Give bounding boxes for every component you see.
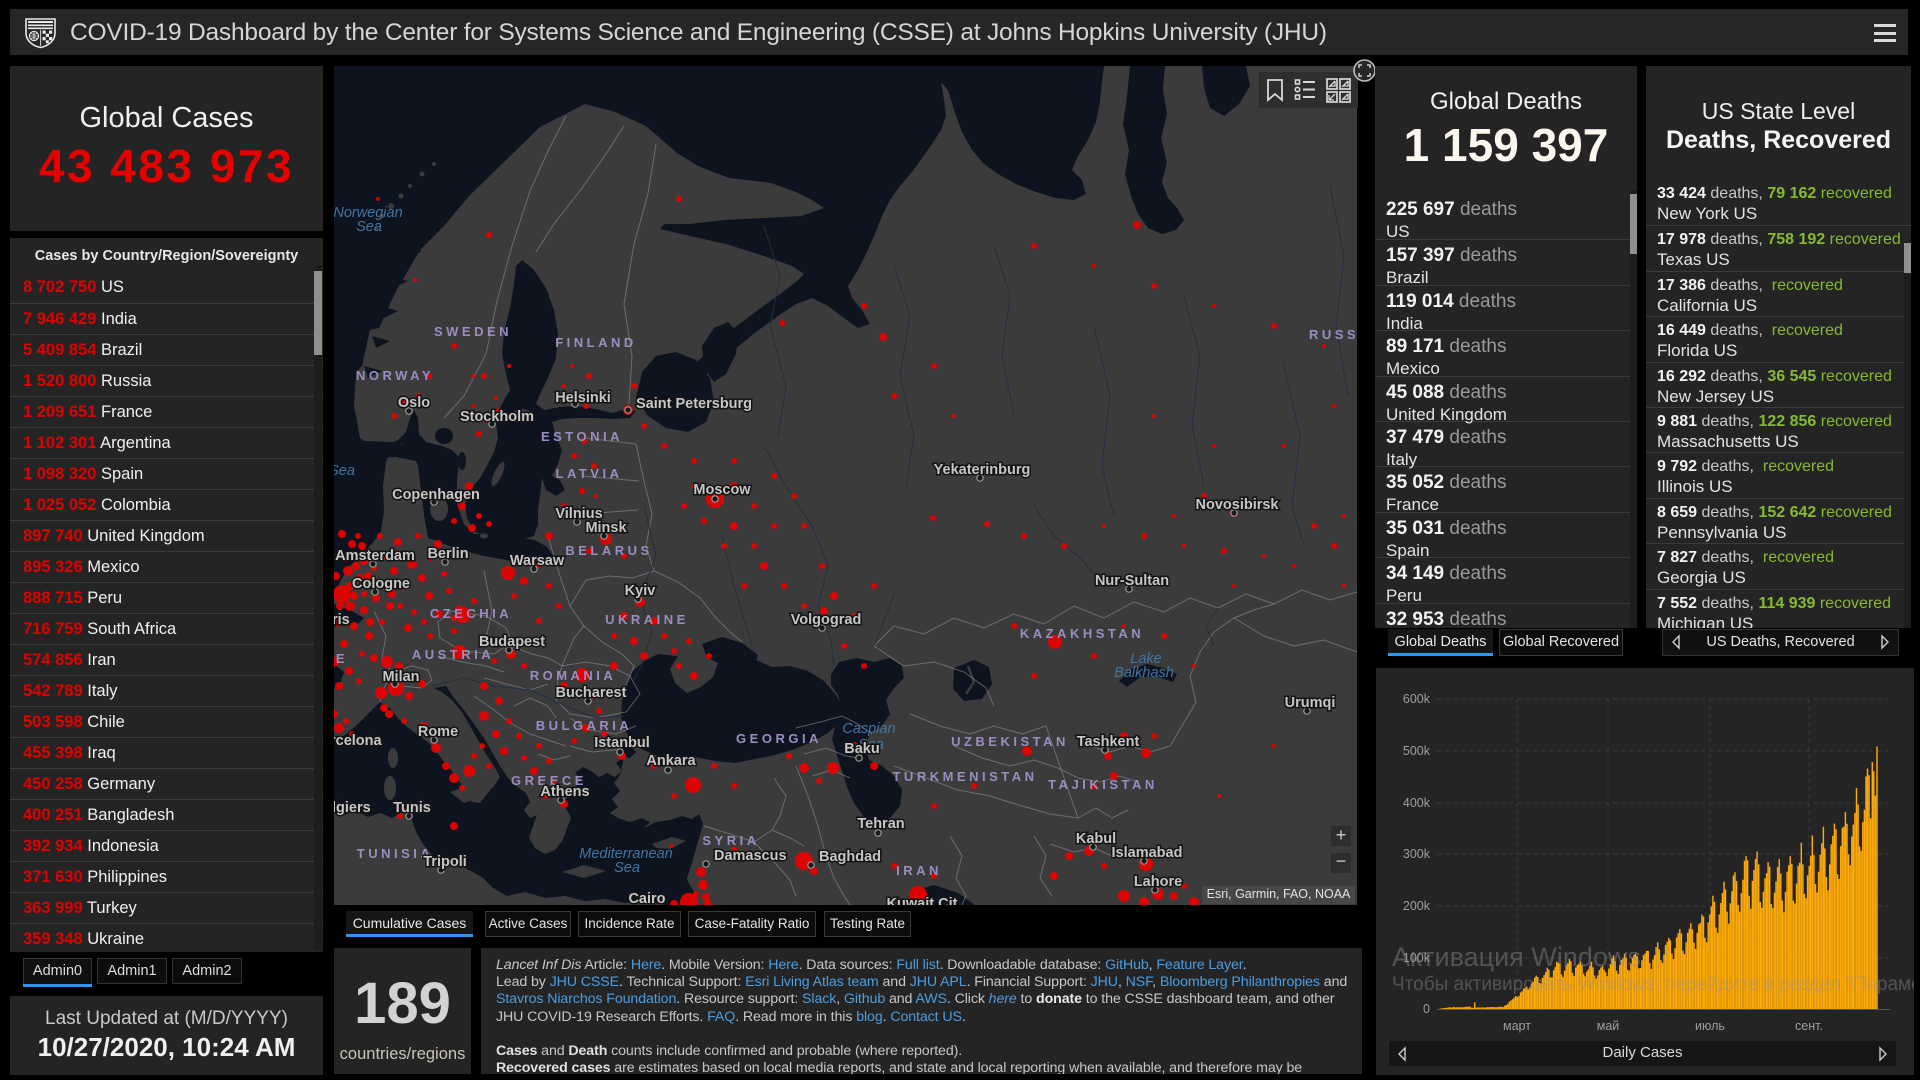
svg-text:lgiers: lgiers [334,800,371,816]
svg-text:ROMANIA: ROMANIA [530,668,617,683]
svg-text:Minsk: Minsk [585,520,627,536]
svg-text:Budapest: Budapest [479,634,545,650]
svg-text:март: март [1503,1019,1531,1033]
svg-text:Tehran: Tehran [857,816,904,832]
svg-text:UKRAINE: UKRAINE [605,612,689,627]
svg-text:Berlin: Berlin [427,546,468,562]
svg-text:TAJIKISTAN: TAJIKISTAN [1048,777,1158,792]
svg-text:Чтобы активировать Windows, пе: Чтобы активировать Windows, перейдите в … [1392,974,1914,995]
svg-text:Oslo: Oslo [398,395,430,411]
svg-text:RUSSIA: RUSSIA [1309,327,1357,342]
svg-text:Helsinki: Helsinki [555,390,611,406]
svg-text:Athens: Athens [540,784,589,800]
svg-text:FRANCE: FRANCE [334,651,348,666]
svg-text:BELARUS: BELARUS [565,543,652,558]
svg-text:ESTONIA: ESTONIA [541,429,623,444]
svg-text:Istanbul: Istanbul [594,735,650,751]
svg-text:Sea: Sea [334,463,355,479]
svg-text:BULGARIA: BULGARIA [536,718,633,733]
svg-text:Stockholm: Stockholm [460,409,534,425]
svg-text:rcelona: rcelona [334,733,383,749]
svg-text:Volgograd: Volgograd [791,612,862,628]
svg-text:Ankara: Ankara [646,753,696,769]
svg-text:Sea: Sea [356,219,382,235]
svg-text:TUNISIA: TUNISIA [357,846,434,861]
svg-text:Milan: Milan [382,669,419,685]
svg-text:UZBEKISTAN: UZBEKISTAN [951,734,1069,749]
svg-text:Baghdad: Baghdad [819,849,881,865]
svg-text:500k: 500k [1403,744,1431,758]
svg-text:NORWAY: NORWAY [356,368,434,383]
svg-text:май: май [1597,1019,1620,1033]
svg-text:ris: ris [334,612,350,628]
svg-text:Kuwait Cit: Kuwait Cit [887,896,958,905]
svg-text:SWEDEN: SWEDEN [434,324,512,339]
svg-text:Caspian: Caspian [842,721,895,737]
svg-text:Copenhagen: Copenhagen [392,487,480,503]
svg-text:300k: 300k [1403,847,1431,861]
svg-text:Cairo: Cairo [628,891,665,905]
svg-text:Cologne: Cologne [352,576,410,592]
svg-text:0: 0 [1423,1002,1430,1016]
svg-text:Warsaw: Warsaw [510,553,565,569]
svg-text:Baku: Baku [844,741,879,757]
svg-text:400k: 400k [1403,796,1431,810]
svg-text:Balkhash: Balkhash [1114,665,1174,681]
svg-text:Moscow: Moscow [693,482,751,498]
svg-text:Kabul: Kabul [1076,831,1116,847]
svg-text:Amsterdam: Amsterdam [335,548,415,564]
svg-text:сент.: сент. [1795,1019,1823,1033]
svg-text:FINLAND: FINLAND [555,335,637,350]
svg-text:Novosibirsk: Novosibirsk [1196,497,1280,513]
svg-text:TURKMENISTAN: TURKMENISTAN [892,769,1037,784]
svg-text:Активация Windows: Активация Windows [1392,942,1641,972]
svg-text:GEORGIA: GEORGIA [736,731,822,746]
svg-text:Damascus: Damascus [714,848,787,864]
svg-text:Sea: Sea [614,860,640,876]
svg-text:Islamabad: Islamabad [1112,845,1183,861]
svg-text:IRAN: IRAN [896,863,942,878]
svg-text:Yekaterinburg: Yekaterinburg [934,462,1031,478]
svg-text:Rome: Rome [418,724,458,740]
svg-text:SYRIA: SYRIA [702,833,759,848]
svg-text:Lahore: Lahore [1134,874,1182,890]
svg-text:Tashkent: Tashkent [1077,734,1140,750]
svg-text:LATVIA: LATVIA [556,466,623,481]
svg-text:KAZAKHSTAN: KAZAKHSTAN [1020,626,1144,641]
svg-text:200k: 200k [1403,899,1431,913]
svg-text:Bucharest: Bucharest [556,685,627,701]
svg-text:Saint Petersburg: Saint Petersburg [636,396,752,412]
svg-text:600k: 600k [1403,692,1431,706]
svg-text:Kyiv: Kyiv [625,583,656,599]
svg-text:Tunis: Tunis [393,800,431,816]
svg-text:Nur-Sultan: Nur-Sultan [1095,573,1169,589]
svg-text:CZECHIA: CZECHIA [430,606,512,621]
svg-text:июль: июль [1695,1019,1725,1033]
svg-text:Tripoli: Tripoli [423,854,467,870]
svg-text:Urumqi: Urumqi [1285,695,1336,711]
